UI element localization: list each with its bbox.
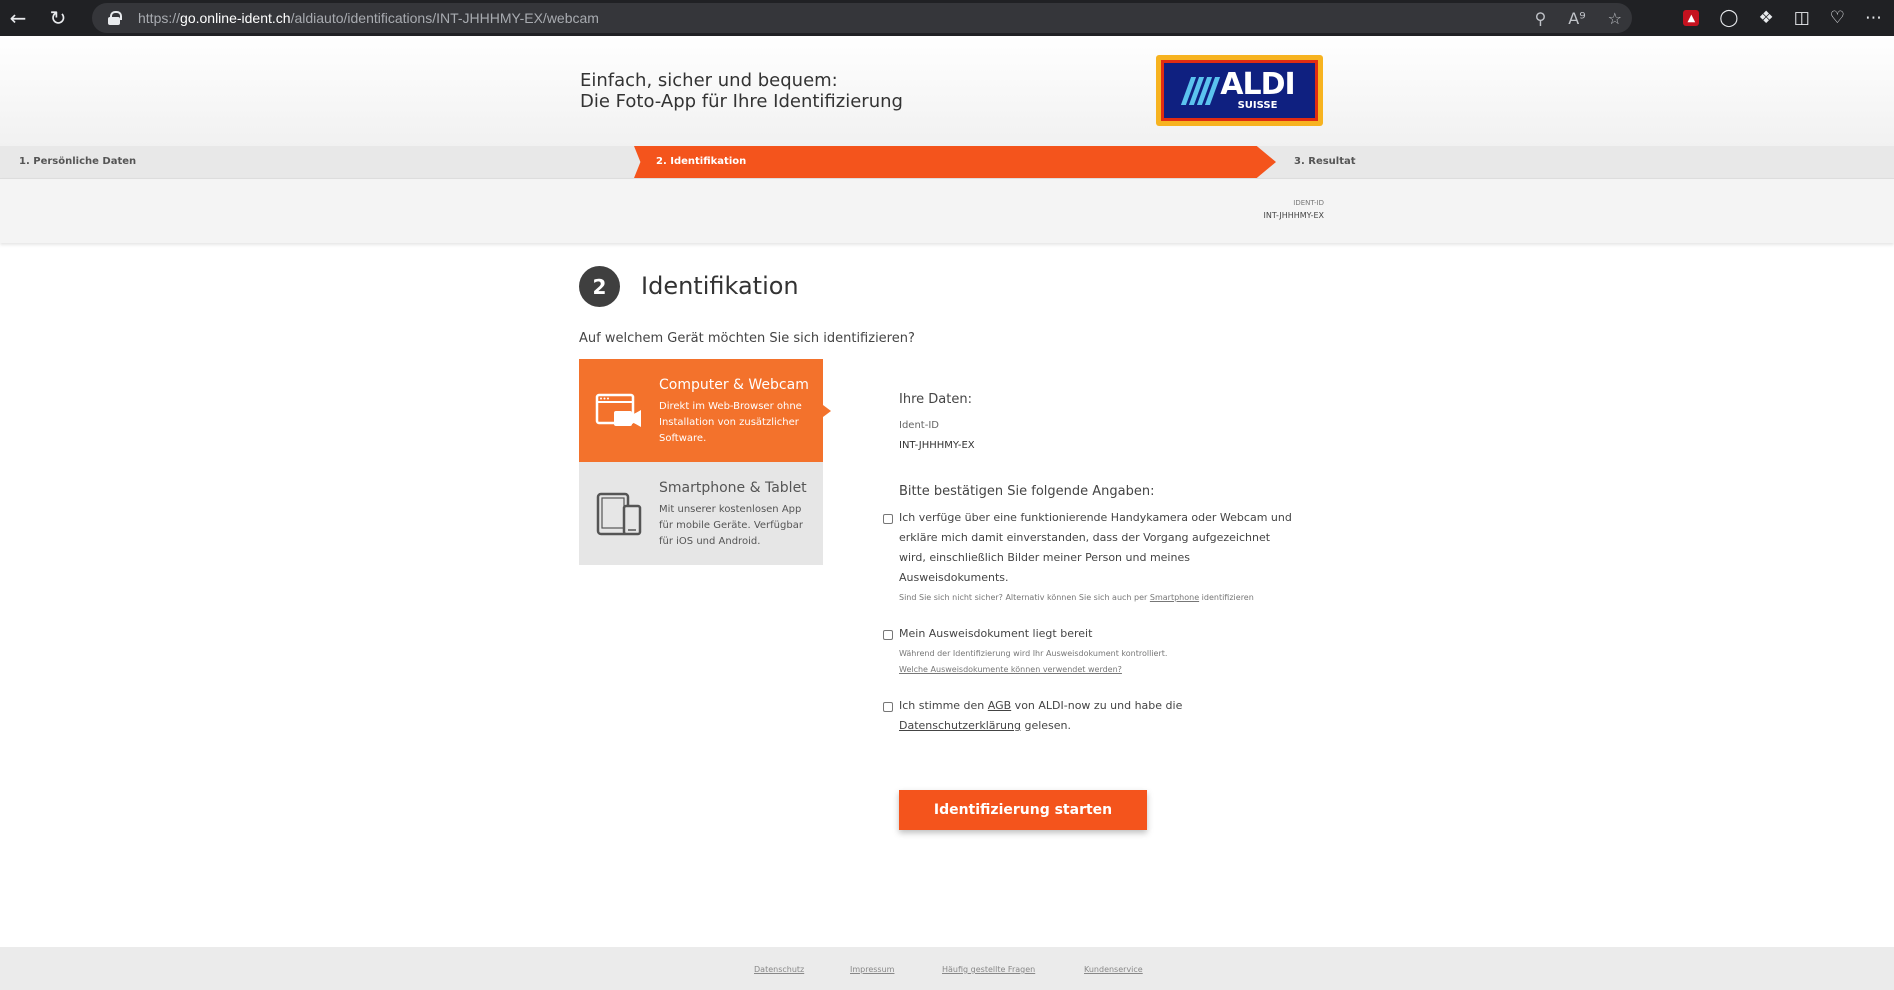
footer-link-customer-service[interactable]: Kundenservice <box>1084 965 1143 974</box>
header-tagline: Einfach, sicher und bequem: Die Foto-App… <box>580 70 903 112</box>
agb-link[interactable]: AGB <box>988 699 1011 712</box>
start-identification-button[interactable]: Identifizierung starten <box>899 790 1147 830</box>
terms-consent-checkbox[interactable] <box>883 702 893 712</box>
id-document-ready-text: Mein Ausweisdokument liegt bereit <box>899 627 1093 640</box>
step-number-badge: 2 <box>579 266 620 307</box>
circle-extension-icon[interactable]: ◯ <box>1719 8 1738 28</box>
footer-link-imprint[interactable]: Impressum <box>850 965 894 974</box>
ident-bar: IDENT-ID INT-JHHHMY-EX <box>0 178 1894 243</box>
progress-steps: 1. Persönliche Daten 2. Identifikation 3… <box>0 146 1894 178</box>
browser-toolbar: ← ↻ https://go.online-ident.ch/aldiauto/… <box>0 0 1894 36</box>
smartphone-link[interactable]: Smartphone <box>1150 593 1199 602</box>
footer-link-privacy[interactable]: Datenschutz <box>754 965 804 974</box>
url-text: https://go.online-ident.ch/aldiauto/iden… <box>138 10 599 26</box>
more-menu-icon[interactable]: ⋯ <box>1865 8 1882 28</box>
device-question: Auf welchem Gerät möchten Sie sich ident… <box>579 331 915 346</box>
address-bar[interactable]: https://go.online-ident.ch/aldiauto/iden… <box>92 3 1632 33</box>
tablet-phone-icon <box>596 492 642 535</box>
ident-id-value: INT-JHHHMY-EX <box>1263 211 1325 220</box>
page-title: Identifikation <box>641 272 799 300</box>
extension-red-icon[interactable]: ▲ <box>1683 10 1700 26</box>
site-footer: Datenschutz Impressum Häufig gestellte F… <box>0 947 1894 990</box>
camera-consent-checkbox[interactable] <box>883 514 893 524</box>
device-option-smartphone[interactable]: Smartphone & Tablet Mit unserer kostenlo… <box>579 462 823 565</box>
privacy-policy-link[interactable]: Datenschutzerklärung <box>899 719 1021 732</box>
site-header: Einfach, sicher und bequem: Die Foto-App… <box>0 36 1894 146</box>
puzzle-extensions-icon[interactable]: ❖ <box>1758 8 1773 28</box>
health-heart-icon[interactable]: ♡ <box>1830 8 1845 28</box>
reload-icon[interactable]: ↻ <box>40 0 76 36</box>
device-smartphone-desc: Mit unserer kostenlosen App für mobile G… <box>659 504 803 547</box>
step-identification: 2. Identifikation <box>656 156 747 167</box>
read-aloud-icon[interactable]: A⁹ <box>1568 9 1585 28</box>
computer-webcam-icon <box>595 393 641 427</box>
footer-link-faq[interactable]: Häufig gestellte Fragen <box>942 965 1035 974</box>
aldi-logo: ALDI SUISSE <box>1156 55 1323 126</box>
split-screen-icon[interactable]: ◫ <box>1794 8 1810 28</box>
device-option-webcam[interactable]: Computer & Webcam Direkt im Web-Browser … <box>579 359 831 462</box>
lock-icon <box>108 11 122 25</box>
camera-consent-text: Ich verfüge über eine funktionierende Ha… <box>899 511 1292 584</box>
step-result: 3. Resultat <box>1294 156 1356 167</box>
logo-stripes-icon <box>1181 76 1221 105</box>
camera-consent-hint: Sind Sie sich nicht sicher? Alternativ k… <box>899 593 1254 602</box>
confirm-heading: Bitte bestätigen Sie folgende Angaben: <box>899 484 1155 499</box>
device-webcam-desc: Direkt im Web-Browser ohne Installation … <box>659 401 802 444</box>
zoom-icon[interactable]: ⚲ <box>1535 9 1547 28</box>
id-document-ready-checkbox[interactable] <box>883 630 893 640</box>
ident-id-field-label: Ident-ID <box>899 420 939 431</box>
id-document-hint: Während der Identifizierung wird Ihr Aus… <box>899 649 1168 658</box>
accepted-documents-link[interactable]: Welche Ausweisdokumente können verwendet… <box>899 665 1122 674</box>
favorite-star-icon[interactable]: ☆ <box>1608 9 1622 28</box>
your-data-heading: Ihre Daten: <box>899 392 972 407</box>
device-webcam-title: Computer & Webcam <box>659 377 809 393</box>
device-smartphone-title: Smartphone & Tablet <box>659 480 807 496</box>
back-arrow-icon[interactable]: ← <box>0 0 36 36</box>
ident-id-field-value: INT-JHHHMY-EX <box>899 440 975 451</box>
step-personal-data: 1. Persönliche Daten <box>19 156 137 167</box>
ident-id-label: IDENT-ID <box>1293 199 1324 207</box>
terms-consent-text: Ich stimme den AGB von ALDI-now zu und h… <box>899 699 1183 732</box>
